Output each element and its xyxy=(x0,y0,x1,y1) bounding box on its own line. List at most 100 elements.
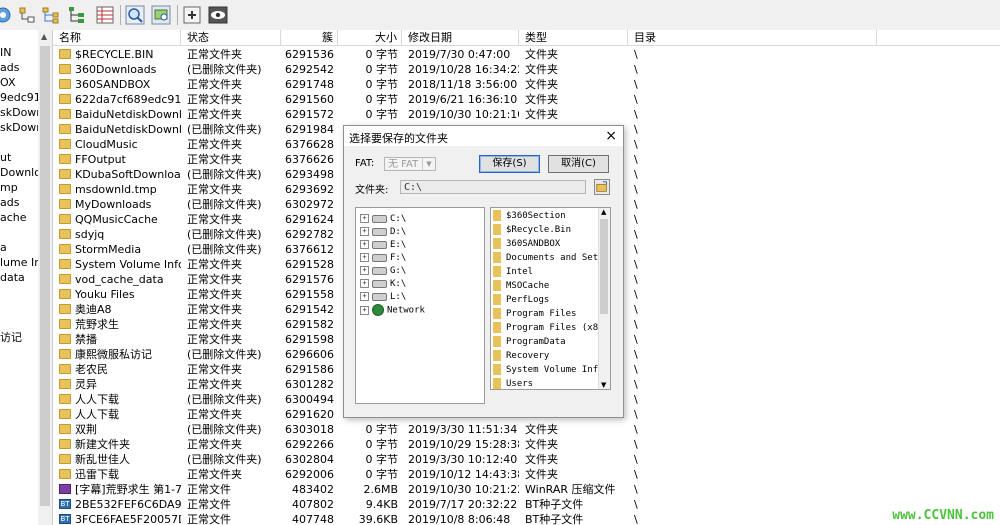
tree-item[interactable]: a xyxy=(0,241,7,255)
folder-list-item[interactable]: $Recycle.Bin xyxy=(493,223,571,237)
table-row[interactable]: $RECYCLE.BIN 正常文件夹 6291536 0 字节 2019/7/30 0:… xyxy=(53,47,1000,62)
tree-item[interactable]: ut xyxy=(0,151,11,165)
folder-tree[interactable]: INadsOX9edc91eskDownskDown utDownloampad… xyxy=(0,30,39,525)
fat-dropdown[interactable]: 无 FAT ▼ xyxy=(384,157,436,171)
col-header-dir[interactable]: 目录 xyxy=(628,30,877,46)
tree-item[interactable]: IN xyxy=(0,46,11,60)
tree-item[interactable] xyxy=(0,301,4,315)
folder-list-item[interactable]: 360SANDBOX xyxy=(493,237,560,251)
tree-item[interactable]: ads xyxy=(0,61,19,75)
folder-list-item[interactable]: Intel xyxy=(493,265,533,279)
hierarchy-icon[interactable] xyxy=(40,4,62,26)
table-row[interactable]: 622da7cf689edc91e... 正常文件夹 6291560 0 字节 2019… xyxy=(53,92,1000,107)
col-header-type[interactable]: 类型 xyxy=(519,30,628,46)
cell-status: 正常文件夹 xyxy=(187,93,242,106)
tree-scrollbar[interactable]: ▲ xyxy=(38,30,53,525)
tree-item[interactable]: mp xyxy=(0,181,18,195)
save-button[interactable]: 保存(S) xyxy=(479,155,540,173)
drive-item[interactable]: + K:\ xyxy=(360,278,406,291)
tree-item[interactable]: skDown xyxy=(0,106,38,120)
expand-icon[interactable]: + xyxy=(360,227,369,236)
tree-item[interactable] xyxy=(0,316,4,330)
expand-icon[interactable]: + xyxy=(360,266,369,275)
drive-icon xyxy=(372,266,387,275)
scroll-up-icon[interactable]: ▲ xyxy=(41,32,47,41)
folder-list-item[interactable]: $360Section xyxy=(493,209,566,223)
drive-item[interactable]: + F:\ xyxy=(360,252,406,265)
tree-item[interactable]: OX xyxy=(0,76,16,90)
folder-list-item[interactable]: PerfLogs xyxy=(493,293,549,307)
table-row[interactable]: 360Downloads (已删除文件夹) 6292542 0 字节 2019/10/2… xyxy=(53,62,1000,77)
drive-item[interactable]: + C:\ xyxy=(360,213,406,226)
details-view-icon[interactable] xyxy=(94,4,116,26)
tree-item[interactable]: 访记 xyxy=(0,331,22,345)
folder-list-item[interactable]: Users xyxy=(493,377,533,389)
scroll-thumb[interactable] xyxy=(600,219,608,314)
image-preview-icon[interactable] xyxy=(150,4,172,26)
drive-item[interactable]: + L:\ xyxy=(360,291,406,304)
col-header-status[interactable]: 状态 xyxy=(181,30,281,46)
folder-path-field[interactable]: C:\ xyxy=(400,180,586,194)
tree-view-icon[interactable] xyxy=(16,4,38,26)
folder-list-scrollbar[interactable]: ▲ ▼ xyxy=(598,208,610,389)
close-icon[interactable]: × xyxy=(605,128,617,144)
folder-list-item[interactable]: Program Files (x86) xyxy=(493,321,609,335)
folder-list-item[interactable]: ProgramData xyxy=(493,335,566,349)
table-row[interactable]: BT 2BE532FEF6C6DA9C... 正常文件 407802 9.4KB 2019… xyxy=(53,497,1000,512)
tree-item[interactable]: lume Info xyxy=(0,256,38,270)
tree-item[interactable]: data xyxy=(0,271,25,285)
table-row[interactable]: 新建文件夹 正常文件夹 6292266 0 字节 2019/10/29 15:28:38… xyxy=(53,437,1000,452)
expand-icon[interactable]: + xyxy=(360,279,369,288)
scroll-down-icon[interactable]: ▼ xyxy=(601,381,606,389)
table-row[interactable]: 双荆 (已删除文件夹) 6303018 0 字节 2019/3/30 11:51:34 文… xyxy=(53,422,1000,437)
scroll-up-icon[interactable]: ▲ xyxy=(601,208,606,216)
expand-icon[interactable]: + xyxy=(360,214,369,223)
expand-icon[interactable]: + xyxy=(360,292,369,301)
expand-icon[interactable]: + xyxy=(360,240,369,249)
cancel-button[interactable]: 取消(C) xyxy=(548,155,609,173)
col-header-cluster[interactable]: 簇 xyxy=(281,30,338,46)
col-header-modified[interactable]: 修改日期 xyxy=(402,30,519,46)
cell-name: sdyjq xyxy=(75,228,105,241)
magnifier-icon[interactable] xyxy=(124,4,146,26)
branch-view-icon[interactable] xyxy=(66,4,88,26)
drive-item[interactable]: + G:\ xyxy=(360,265,406,278)
tree-item[interactable]: 9edc91e xyxy=(0,91,38,105)
tree-item[interactable]: ache xyxy=(0,211,27,225)
drive-item[interactable]: + E:\ xyxy=(360,239,406,252)
scroll-thumb[interactable] xyxy=(40,46,50,506)
folder-list-item[interactable]: MSOCache xyxy=(493,279,549,293)
expand-icon[interactable]: + xyxy=(360,305,369,315)
table-row[interactable]: 迅雷下载 正常文件夹 6292006 0 字节 2019/10/12 14:43:38 文… xyxy=(53,467,1000,482)
tree-item[interactable]: skDown xyxy=(0,121,38,135)
folder-listbox[interactable]: $360Section $Recycle.Bin 360SANDBOX Documen… xyxy=(490,207,611,390)
chevron-down-icon[interactable]: ▼ xyxy=(422,158,435,170)
drive-tree[interactable]: + C:\ + D:\ + E:\ + F:\ + G:\ + K:\ + L:\ + Network xyxy=(355,207,485,404)
eye-icon[interactable] xyxy=(207,4,229,26)
table-row[interactable]: 360SANDBOX 正常文件夹 6291748 0 字节 2018/11/18 3:5… xyxy=(53,77,1000,92)
settings-icon[interactable] xyxy=(0,4,14,26)
table-row[interactable]: BaiduNetdiskDownl... 正常文件夹 6291572 0 字节 2019… xyxy=(53,107,1000,122)
drive-item[interactable]: + Network xyxy=(360,304,425,317)
expand-icon[interactable]: + xyxy=(360,253,369,262)
col-header-name[interactable]: 名称 xyxy=(53,30,181,46)
tree-item[interactable] xyxy=(0,226,4,240)
folder-list-item[interactable]: Documents and Setti xyxy=(493,251,609,265)
folder-list-item[interactable]: Program Files xyxy=(493,307,576,321)
table-row[interactable]: [字幕]荒野求生 第1-7... 正常文件 483402 2.6MB 2019/10/3… xyxy=(53,482,1000,497)
tree-item[interactable] xyxy=(0,286,4,300)
drive-item[interactable]: + D:\ xyxy=(360,226,406,239)
cell-status: (已删除文件夹) xyxy=(187,453,262,466)
tree-item[interactable]: ads xyxy=(0,196,19,210)
table-row[interactable]: BT 3FCE6FAE5F20057D... 正常文件 407748 39.6KB 201… xyxy=(53,512,1000,525)
browse-folder-button[interactable] xyxy=(594,179,610,195)
table-row[interactable]: 新乱世佳人 (已删除文件夹) 6302804 0 字节 2019/3/30 10:12:… xyxy=(53,452,1000,467)
tree-item[interactable] xyxy=(0,136,4,150)
col-header-size[interactable]: 大小 xyxy=(338,30,402,46)
folder-icon xyxy=(59,64,71,74)
folder-list-item[interactable]: System Volume Infor xyxy=(493,363,609,377)
folder-list-item[interactable]: Recovery xyxy=(493,349,549,363)
add-window-icon[interactable] xyxy=(181,4,203,26)
tree-item[interactable]: Downloa xyxy=(0,166,38,180)
cell-modified: 2019/7/17 20:32:22 xyxy=(408,498,518,511)
